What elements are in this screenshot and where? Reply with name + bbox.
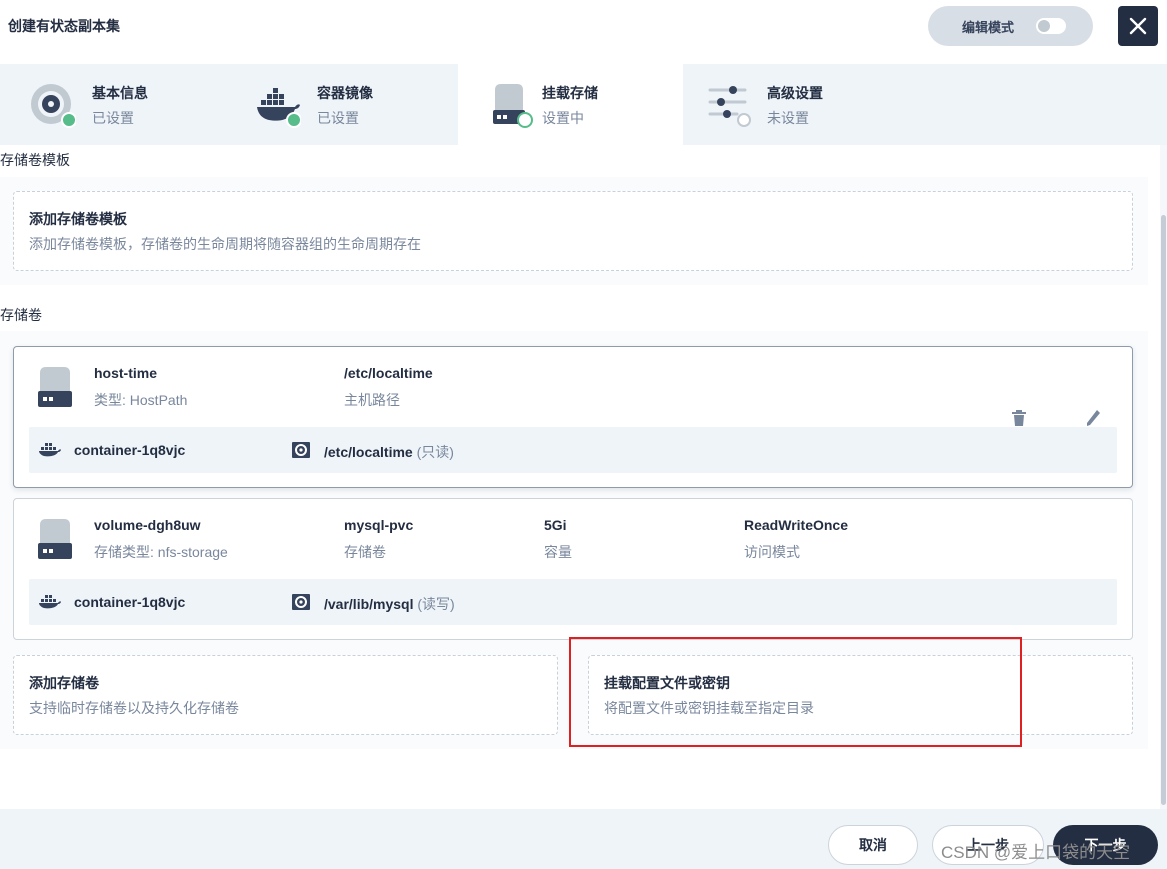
page-title: 创建有状态副本集 [8,18,120,34]
host-path-label: 主机路径 [344,392,400,408]
mount-mode: (读写) [417,596,455,612]
watermark: CSDN @爱上口袋的天空 [941,843,1131,862]
modal-header: 创建有状态副本集 编辑模式 [0,0,1167,64]
docker-icon [257,88,301,128]
template-panel: 添加存储卷模板 添加存储卷模板，存储卷的生命周期将随容器组的生命周期存在 [0,177,1148,285]
mount-path: /var/lib/mysql (读写) [324,594,455,614]
add-template-desc: 添加存储卷模板，存储卷的生命周期将随容器组的生命周期存在 [29,236,421,252]
docker-icon [39,595,61,609]
storage-icon [38,367,72,407]
mount-path-value: /etc/localtime [324,444,413,460]
volume-type: 类型: HostPath [94,392,188,408]
template-section-label: 存储卷模板 [0,152,70,168]
volume-name: volume-dgh8uw [94,517,201,533]
storage-icon [38,519,72,559]
mount-icon [292,442,310,458]
mount-mode: (只读) [416,444,454,460]
edit-mode-label: 编辑模式 [962,19,1015,35]
edit-mode-toggle[interactable]: 编辑模式 [928,6,1093,46]
add-volume-title: 添加存储卷 [29,675,99,691]
mount-path-value: /var/lib/mysql [324,596,414,612]
toggle-switch[interactable] [1036,18,1066,34]
close-icon [1129,17,1147,35]
add-volume-template-button[interactable]: 添加存储卷模板 添加存储卷模板，存储卷的生命周期将随容器组的生命周期存在 [13,191,1133,271]
step-status: 已设置 [92,110,134,126]
sliders-icon [708,86,751,127]
highlight-annotation [569,637,1022,747]
volume-card-host-time[interactable]: host-time 类型: HostPath /etc/localtime 主机… [13,346,1133,488]
step-name: 基本信息 [92,85,148,101]
step-container-image[interactable]: 容器镜像 已设置 [225,64,450,145]
close-button[interactable] [1118,6,1158,46]
add-template-title: 添加存储卷模板 [29,211,127,227]
mount-path: /etc/localtime (只读) [324,442,454,462]
step-bar: 基本信息 已设置 容器镜像 已设置 挂载存储 设置中 高级设置 未设置 [0,64,1167,145]
step-status: 已设置 [317,110,359,126]
step-status: 未设置 [767,110,809,126]
step-status: 设置中 [542,110,584,126]
step-basic-info[interactable]: 基本信息 已设置 [0,64,225,145]
toggle-knob [1038,20,1050,32]
step-name: 容器镜像 [317,85,373,101]
volumes-section-label: 存储卷 [0,307,42,323]
add-volume-button[interactable]: 添加存储卷 支持临时存储卷以及持久化存储卷 [13,655,558,735]
capacity-label: 容量 [544,544,572,560]
pencil-icon[interactable] [1085,409,1101,427]
storage-icon [493,84,533,128]
container-name: container-1q8vjc [74,594,186,610]
step-advanced-settings[interactable]: 高级设置 未设置 [683,64,908,145]
volume-type: 存储类型: nfs-storage [94,544,228,560]
mount-row: container-1q8vjc /etc/localtime (只读) [29,427,1117,473]
step-name: 高级设置 [767,85,823,101]
access-mode-value: ReadWriteOnce [744,517,848,533]
disc-icon [31,84,76,128]
access-mode-label: 访问模式 [744,544,800,560]
add-volume-desc: 支持临时存储卷以及持久化存储卷 [29,700,239,716]
pvc-label: 存储卷 [344,544,386,560]
scrollbar-thumb[interactable] [1161,215,1166,805]
docker-icon [39,443,61,457]
pvc-name: mysql-pvc [344,517,414,533]
container-name: container-1q8vjc [74,442,186,458]
trash-icon[interactable] [1011,409,1027,427]
volume-card-volume-dgh8uw[interactable]: volume-dgh8uw 存储类型: nfs-storage mysql-pv… [13,498,1133,640]
cancel-button[interactable]: 取消 [828,825,918,865]
mount-icon [292,594,310,610]
capacity-value: 5Gi [544,517,567,533]
host-path: /etc/localtime [344,365,433,381]
mount-row: container-1q8vjc /var/lib/mysql (读写) [29,579,1117,625]
step-name: 挂载存储 [542,85,598,101]
step-mount-storage[interactable]: 挂载存储 设置中 [458,64,683,145]
volume-name: host-time [94,365,157,381]
